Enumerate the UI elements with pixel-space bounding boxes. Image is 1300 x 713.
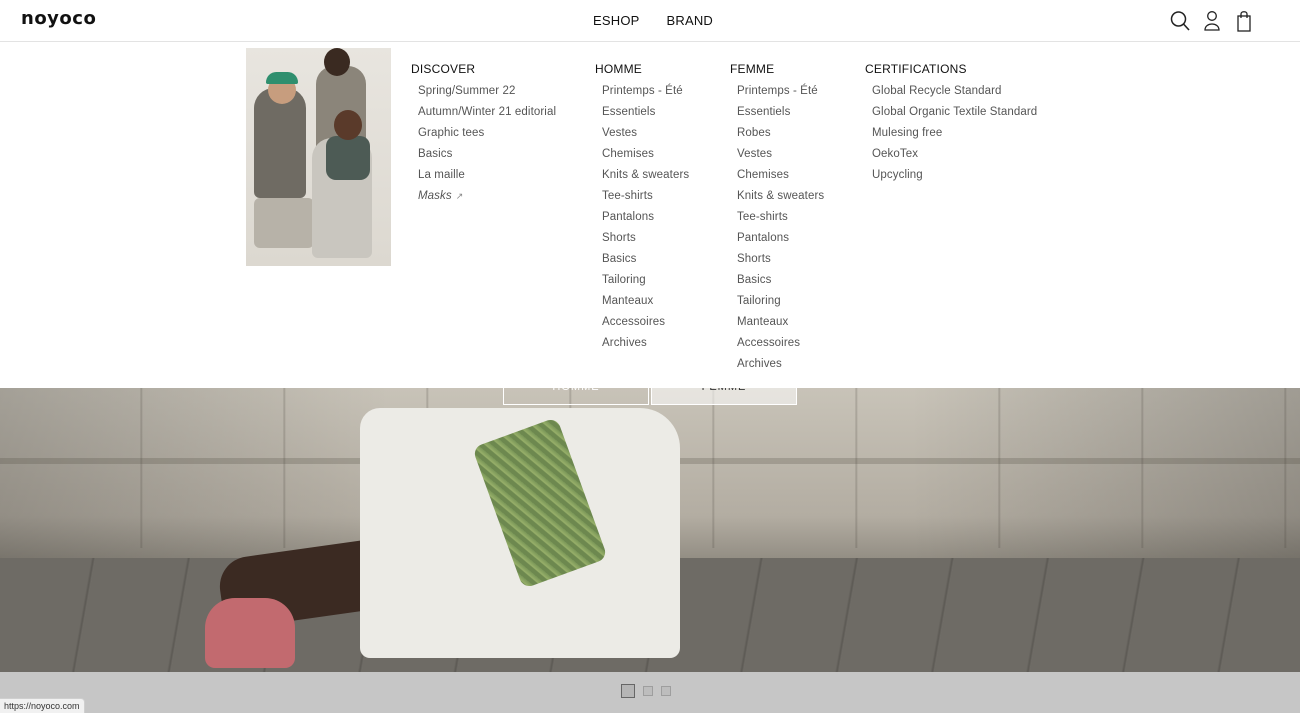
menu-column-femme: FEMME Printemps - Été Essentiels Robes V…	[730, 62, 824, 379]
header-actions	[1170, 10, 1254, 32]
external-link-icon: ↗	[455, 191, 464, 201]
menu-item[interactable]: Essentiels	[737, 106, 824, 127]
menu-item[interactable]: Pantalons	[737, 232, 824, 253]
status-bar-url: https://noyoco.com	[0, 698, 85, 713]
menu-item[interactable]: Pantalons	[602, 211, 689, 232]
menu-item[interactable]: Accessoires	[737, 337, 824, 358]
photo-figure	[326, 136, 370, 180]
menu-item[interactable]: Shorts	[737, 253, 824, 274]
menu-column-discover: DISCOVER Spring/Summer 22 Autumn/Winter …	[411, 62, 556, 211]
menu-item[interactable]: Archives	[737, 358, 824, 379]
menu-item[interactable]: Printemps - Été	[602, 85, 689, 106]
slider-dot-1[interactable]	[621, 684, 635, 698]
menu-item[interactable]: Vestes	[602, 127, 689, 148]
menu-item[interactable]: Tailoring	[602, 274, 689, 295]
slider-dot-2[interactable]	[643, 686, 653, 696]
menu-item[interactable]: Manteaux	[602, 295, 689, 316]
photo-figure	[254, 198, 314, 248]
menu-item[interactable]: Archives	[602, 337, 689, 358]
menu-item[interactable]: Chemises	[602, 148, 689, 169]
menu-item[interactable]: La maille	[418, 169, 556, 190]
menu-column-homme: HOMME Printemps - Été Essentiels Vestes …	[595, 62, 689, 358]
menu-item[interactable]: Printemps - Été	[737, 85, 824, 106]
menu-item[interactable]: Tee-shirts	[602, 190, 689, 211]
menu-item[interactable]: Basics	[737, 274, 824, 295]
menu-item[interactable]: Upcycling	[872, 169, 1037, 190]
hero-homme-button[interactable]: HOMME	[503, 388, 649, 405]
menu-item[interactable]: Tee-shirts	[737, 211, 824, 232]
bag-icon[interactable]	[1234, 10, 1254, 32]
menu-item[interactable]: Global Organic Textile Standard	[872, 106, 1037, 127]
site-header: noyoco ESHOP BRAND	[0, 0, 1300, 42]
menu-item[interactable]: Autumn/Winter 21 editorial	[418, 106, 556, 127]
menu-item[interactable]: Essentiels	[602, 106, 689, 127]
slider-dot-3[interactable]	[661, 686, 671, 696]
menu-column-title[interactable]: CERTIFICATIONS	[865, 62, 1037, 76]
menu-item[interactable]: Knits & sweaters	[602, 169, 689, 190]
photo-figure	[266, 72, 298, 84]
menu-item[interactable]: Spring/Summer 22	[418, 85, 556, 106]
hero-figure	[205, 598, 295, 668]
hero-femme-button[interactable]: FEMME	[651, 388, 797, 405]
menu-column-title[interactable]: HOMME	[595, 62, 689, 76]
nav-brand[interactable]: BRAND	[667, 13, 714, 28]
menu-item[interactable]: Global Recycle Standard	[872, 85, 1037, 106]
menu-item[interactable]: Chemises	[737, 169, 824, 190]
hero-cta-group: HOMME FEMME	[503, 388, 797, 405]
mega-menu: DISCOVER Spring/Summer 22 Autumn/Winter …	[0, 43, 1300, 388]
slider-pagination	[621, 684, 671, 698]
menu-item[interactable]: Accessoires	[602, 316, 689, 337]
menu-item[interactable]: Robes	[737, 127, 824, 148]
nav-eshop[interactable]: ESHOP	[593, 13, 640, 28]
menu-item[interactable]: OekoTex	[872, 148, 1037, 169]
menu-item[interactable]: Manteaux	[737, 316, 824, 337]
menu-item[interactable]: Vestes	[737, 148, 824, 169]
account-icon[interactable]	[1202, 10, 1222, 32]
menu-column-title[interactable]: DISCOVER	[411, 62, 556, 76]
menu-item-label: Masks	[418, 190, 452, 202]
photo-figure	[334, 110, 362, 140]
photo-figure	[324, 48, 350, 76]
search-icon[interactable]	[1170, 10, 1190, 32]
menu-item-masks[interactable]: Masks ↗	[418, 190, 556, 211]
menu-item[interactable]: Shorts	[602, 232, 689, 253]
menu-column-certifications: CERTIFICATIONS Global Recycle Standard G…	[865, 62, 1037, 190]
menu-item[interactable]: Basics	[418, 148, 556, 169]
site-logo[interactable]: noyoco	[21, 8, 96, 29]
hero-banner: HOMME FEMME	[0, 388, 1300, 672]
menu-item[interactable]: Tailoring	[737, 295, 824, 316]
menu-item[interactable]: Graphic tees	[418, 127, 556, 148]
menu-column-title[interactable]: FEMME	[730, 62, 824, 76]
menu-item[interactable]: Mulesing free	[872, 127, 1037, 148]
menu-item[interactable]: Basics	[602, 253, 689, 274]
top-navigation: ESHOP BRAND	[593, 13, 713, 28]
menu-item[interactable]: Knits & sweaters	[737, 190, 824, 211]
photo-figure	[254, 88, 306, 198]
menu-feature-image[interactable]	[246, 48, 391, 266]
